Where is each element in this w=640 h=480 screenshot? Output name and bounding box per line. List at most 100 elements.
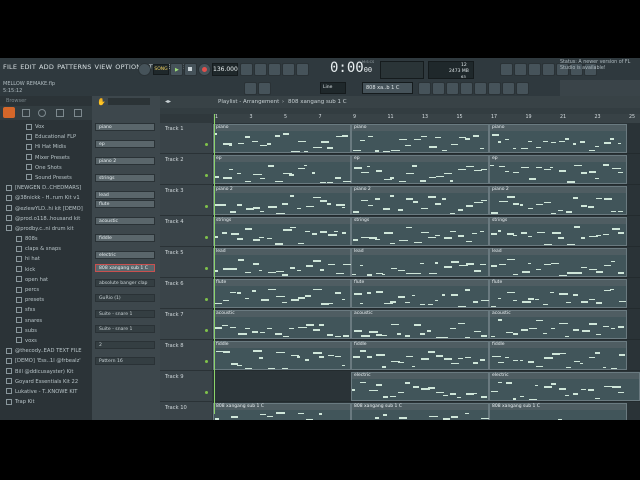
countdown-button[interactable]: [268, 63, 281, 76]
pattern-clip[interactable]: piano 2: [213, 186, 351, 215]
pattern-clip[interactable]: piano 2: [489, 186, 627, 215]
pattern-clip[interactable]: ep: [351, 155, 489, 184]
channel-button[interactable]: ep: [95, 140, 155, 148]
touch-keyboard-button[interactable]: [502, 82, 515, 95]
channel-button[interactable]: Suite - snare 1: [95, 310, 155, 318]
track-header[interactable]: Track 1: [160, 123, 212, 154]
pattern-clip[interactable]: lead: [489, 248, 627, 277]
track-header[interactable]: Track 10: [160, 402, 212, 420]
track-lane[interactable]: flute flute flute: [213, 278, 640, 309]
channel-button[interactable]: absolute banger clap: [95, 279, 155, 287]
pattern-clip[interactable]: strings: [489, 217, 627, 246]
pattern-clip[interactable]: ep: [213, 155, 352, 184]
plugin-database-button[interactable]: [542, 63, 555, 76]
pattern-clip[interactable]: flute: [213, 279, 351, 308]
channel-button[interactable]: flute: [95, 200, 155, 208]
track-lane[interactable]: fiddle fiddle fiddle: [213, 340, 640, 371]
browser-item[interactable]: Goyard Essentials Kit 22: [0, 377, 92, 387]
loop-record-button[interactable]: [282, 63, 295, 76]
browser-item[interactable]: sfxs: [0, 305, 92, 315]
tempo-display[interactable]: 136.000: [212, 63, 238, 76]
track-header[interactable]: Track 6: [160, 278, 212, 309]
view-icon[interactable]: [56, 109, 64, 117]
pattern-clip[interactable]: 808 xangang sub 1 C: [213, 403, 351, 420]
menu-item-edit[interactable]: EDIT: [20, 63, 36, 71]
browser-item[interactable]: @38nickk - H..rum Kit v1: [0, 193, 92, 203]
pattern-clip[interactable]: acoustic: [489, 310, 627, 339]
pattern-clip[interactable]: flute: [489, 279, 627, 308]
gear-icon[interactable]: [514, 63, 527, 76]
browser-item[interactable]: 808s: [0, 234, 92, 244]
channel-button[interactable]: fiddle: [95, 234, 155, 242]
channel-button[interactable]: piano: [95, 123, 155, 131]
track-lane[interactable]: piano 2 piano 2 piano 2: [213, 185, 640, 216]
browser-item[interactable]: open hat: [0, 275, 92, 285]
play-button[interactable]: ▶: [170, 63, 183, 76]
pattern-clip[interactable]: fiddle: [489, 341, 627, 370]
mixer-view-button[interactable]: [460, 82, 473, 95]
plugin-picker-button[interactable]: [488, 82, 501, 95]
playlist-pattern[interactable]: 808 xangang sub 1 C: [288, 96, 347, 108]
folder-icon[interactable]: [22, 109, 30, 117]
browser-item[interactable]: Lukative - T..KNOWE KIT: [0, 387, 92, 397]
mixer-button[interactable]: [528, 63, 541, 76]
playlist-button[interactable]: [418, 82, 431, 95]
wait-input-button[interactable]: [254, 63, 267, 76]
track-header[interactable]: Track 9: [160, 371, 212, 402]
update-news[interactable]: Status: A newer version of FL Studio is …: [560, 60, 638, 90]
channel-button[interactable]: Pattern 16: [95, 357, 155, 365]
pattern-clip[interactable]: fiddle: [351, 341, 489, 370]
browser-item[interactable]: [NEWGEN D..CHEDMARS]: [0, 183, 92, 193]
channel-button[interactable]: Suite - snare 1: [95, 325, 155, 333]
browser-item[interactable]: snares: [0, 316, 92, 326]
timeline-ruler[interactable]: 1 3 5 7 9 11 13 15 17 19 21 23 25: [213, 114, 640, 123]
browser-item[interactable]: hi hat: [0, 254, 92, 264]
track-header[interactable]: Track 4: [160, 216, 212, 247]
collapse-icon[interactable]: [38, 109, 46, 117]
browser-item[interactable]: Trap Kit: [0, 397, 92, 407]
track-lane[interactable]: ep ep ep: [213, 154, 640, 185]
track-mute-indicator[interactable]: [205, 174, 208, 177]
channel-button[interactable]: lead: [95, 191, 155, 199]
menu-item-patterns[interactable]: PATTERNS: [57, 63, 91, 71]
browser-item[interactable]: voxs: [0, 336, 92, 346]
track-header[interactable]: Track 7: [160, 309, 212, 340]
browser-item[interactable]: kick: [0, 265, 92, 275]
search-icon[interactable]: [74, 109, 82, 117]
pattern-clip[interactable]: strings: [351, 217, 489, 246]
channel-button[interactable]: 2: [95, 341, 155, 349]
track-lane[interactable]: lead lead lead: [213, 247, 640, 278]
track-mute-indicator[interactable]: [205, 236, 208, 239]
browser-item[interactable]: Mixer Presets: [0, 153, 92, 163]
pattern-clip[interactable]: lead: [351, 248, 489, 277]
channel-button[interactable]: acoustic: [95, 217, 155, 225]
pattern-clip[interactable]: strings: [213, 217, 351, 246]
pattern-clip[interactable]: 808 xangang sub 1 C: [489, 403, 627, 420]
browser-item[interactable]: @ezlewYLD..hi kit [DEMO]: [0, 204, 92, 214]
metronome-button[interactable]: [240, 63, 253, 76]
pattern-clip[interactable]: ep: [489, 155, 627, 184]
track-mute-indicator[interactable]: [205, 360, 208, 363]
pattern-clip[interactable]: flute: [351, 279, 489, 308]
menu-item-view[interactable]: VIEW: [95, 63, 113, 71]
channel-rack-button[interactable]: [446, 82, 459, 95]
browser-item[interactable]: @prod.o118..housand kit: [0, 214, 92, 224]
pattern-picker-button[interactable]: [244, 82, 257, 95]
browser-item[interactable]: Bill @ddicusayster) Kit: [0, 367, 92, 377]
playhead[interactable]: [214, 114, 215, 414]
browser-item[interactable]: Sound Presets: [0, 173, 92, 183]
menu-item-file[interactable]: FILE: [3, 63, 17, 71]
track-mute-indicator[interactable]: [205, 143, 208, 146]
browser-item[interactable]: subs: [0, 326, 92, 336]
track-lane[interactable]: 808 xangang sub 1 C 808 xangang sub 1 C 80…: [213, 402, 640, 420]
pattern-select[interactable]: 808 xa..b 1 C: [362, 82, 413, 94]
snap-select[interactable]: Line: [320, 82, 346, 94]
track-mute-indicator[interactable]: [205, 267, 208, 270]
track-mute-indicator[interactable]: [205, 329, 208, 332]
track-lane[interactable]: piano piano piano: [213, 123, 640, 154]
browser-item[interactable]: Hi Hat Midis: [0, 142, 92, 152]
browser-button[interactable]: [474, 82, 487, 95]
channel-button[interactable]: GuRio (1): [95, 294, 155, 302]
track-mute-indicator[interactable]: [205, 391, 208, 394]
track-lane[interactable]: acoustic acoustic acoustic: [213, 309, 640, 340]
